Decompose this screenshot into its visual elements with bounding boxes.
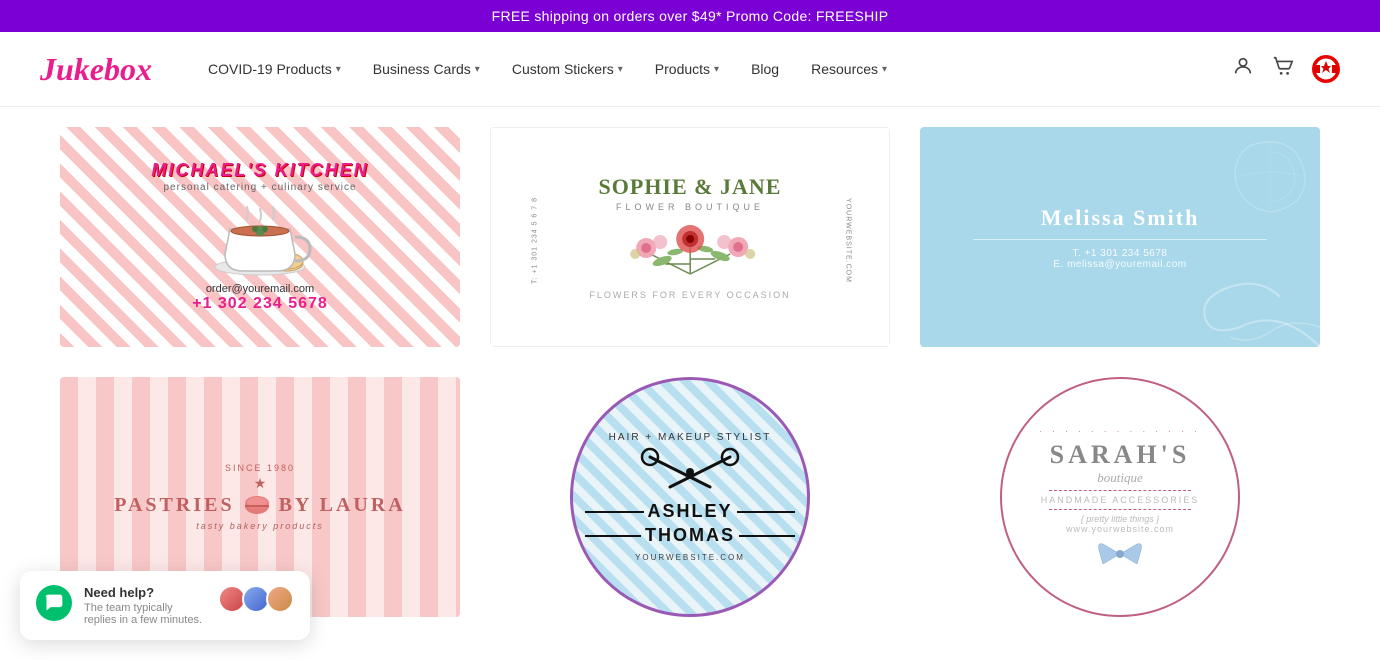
card5-line-left (585, 511, 644, 513)
cards-grid: MICHAEL'S KITCHEN personal catering + cu… (60, 127, 1320, 617)
card6-pretty: { pretty little things } (1081, 514, 1160, 524)
chevron-down-icon: ▾ (618, 64, 623, 75)
floral-illustration (539, 214, 841, 284)
chat-widget[interactable]: Need help? The team typically replies in… (20, 571, 310, 640)
bow-icon (1095, 540, 1145, 568)
card1-email: order@youremail.com (206, 283, 314, 295)
card1-subtitle: personal catering + culinary service (163, 182, 356, 193)
card3-email: E. melissa@youremail.com (1053, 259, 1186, 270)
chevron-down-icon: ▾ (475, 64, 480, 75)
flag-canada-icon[interactable] (1312, 55, 1340, 83)
nav-item-blog[interactable]: Blog (735, 32, 795, 107)
card6-dots-top: · · · · · · · · · · · · · (1039, 427, 1200, 436)
chat-icon (36, 585, 72, 621)
card2-subtitle: FLOWER BOUTIQUE (616, 202, 764, 212)
macaron-icon (243, 495, 271, 517)
card-ashley-thomas[interactable]: HAIR + MAKEUP STYLIST (490, 377, 890, 617)
card6-circle: · · · · · · · · · · · · · SARAH'S boutiq… (1000, 377, 1240, 617)
card6-divider2 (1049, 509, 1191, 510)
nav-item-custom-stickers[interactable]: Custom Stickers ▾ (496, 32, 639, 107)
card-michaels-kitchen[interactable]: MICHAEL'S KITCHEN personal catering + cu… (60, 127, 460, 347)
soup-illustration (205, 199, 315, 279)
card2-title: SOPHIE & JANE (599, 174, 782, 200)
card5-profession: HAIR + MAKEUP STYLIST (609, 432, 772, 443)
card1-title: MICHAEL'S KITCHEN (151, 161, 368, 181)
card1-phone: +1 302 234 5678 (192, 295, 328, 313)
chevron-down-icon: ▾ (336, 64, 341, 75)
chat-text: Need help? The team typically replies in… (84, 585, 206, 626)
card3-name: Melissa Smith (1041, 205, 1200, 231)
card6-divider (1049, 490, 1191, 491)
announcement-text: FREE shipping on orders over $49* Promo … (492, 8, 889, 24)
chevron-down-icon: ▾ (714, 64, 719, 75)
chat-title: Need help? (84, 585, 206, 600)
card1-preview: MICHAEL'S KITCHEN personal catering + cu… (60, 127, 460, 347)
card2-preview: T: +1 301 234 5 6 7 8 YOURWEBSITE.COM SO… (490, 127, 890, 347)
card5-preview: HAIR + MAKEUP STYLIST (490, 377, 890, 617)
chat-avatars (218, 585, 294, 613)
card4-since: SINCE 1980 (225, 463, 295, 473)
cart-icon[interactable] (1272, 55, 1294, 83)
card6-preview: · · · · · · · · · · · · · SARAH'S boutiq… (920, 377, 1320, 617)
announcement-bar: FREE shipping on orders over $49* Promo … (0, 0, 1380, 32)
logo[interactable]: Jukebox (40, 51, 152, 88)
card6-sub: boutique (1097, 470, 1143, 486)
card2-tagline: FLOWERS FOR EVERY OCCASION (589, 290, 790, 300)
card3-preview: Melissa Smith T. +1 301 234 5678 E. meli… (920, 127, 1320, 347)
user-icon[interactable] (1232, 55, 1254, 83)
nav-item-resources[interactable]: Resources ▾ (795, 32, 903, 107)
nav-item-products[interactable]: Products ▾ (639, 32, 735, 107)
swirl-decoration (1200, 267, 1320, 347)
leaf-decoration (1230, 137, 1310, 217)
card5-thomas: THOMAS (645, 525, 735, 547)
card3-phone: T. +1 301 234 5678 (1073, 248, 1168, 259)
card4-tagline: tasty bakery products (196, 521, 324, 531)
navigation: Jukebox COVID-19 Products ▾ Business Car… (0, 32, 1380, 107)
card4-star: ★ (254, 475, 267, 492)
card5-line-right (737, 511, 796, 513)
card4-title: PASTRIES BY LAURA (114, 494, 405, 517)
card6-name: SARAH'S (1050, 440, 1191, 470)
card2-content: SOPHIE & JANE FLOWER BOUTIQUE (501, 138, 879, 336)
card5-name: ASHLEY (648, 501, 733, 523)
card5-circle: HAIR + MAKEUP STYLIST (570, 377, 810, 617)
card-melissa-smith[interactable]: Melissa Smith T. +1 301 234 5678 E. meli… (920, 127, 1320, 347)
card-sarahs-boutique[interactable]: · · · · · · · · · · · · · SARAH'S boutiq… (920, 377, 1320, 617)
card5-website: YOURWEBSITE.COM (635, 553, 745, 562)
card5-thomas-row: THOMAS (585, 525, 796, 547)
nav-links: COVID-19 Products ▾ Business Cards ▾ Cus… (192, 32, 1232, 107)
chat-bubble-icon (44, 593, 64, 613)
nav-item-business-cards[interactable]: Business Cards ▾ (357, 32, 496, 107)
card-sophie-jane[interactable]: T: +1 301 234 5 6 7 8 YOURWEBSITE.COM SO… (490, 127, 890, 347)
chevron-down-icon: ▾ (882, 64, 887, 75)
card3-divider (973, 239, 1267, 240)
nav-icons (1232, 55, 1340, 83)
nav-item-covid[interactable]: COVID-19 Products ▾ (192, 32, 357, 107)
card5-name-row: ASHLEY (585, 501, 796, 523)
chat-subtitle: The team typically replies in a few minu… (84, 602, 206, 626)
card6-tagline: handmade accessories (1041, 495, 1200, 505)
chat-avatar-3 (266, 585, 294, 613)
card6-website: www.yourwebsite.com (1066, 524, 1174, 534)
scissors-icon (640, 447, 740, 497)
